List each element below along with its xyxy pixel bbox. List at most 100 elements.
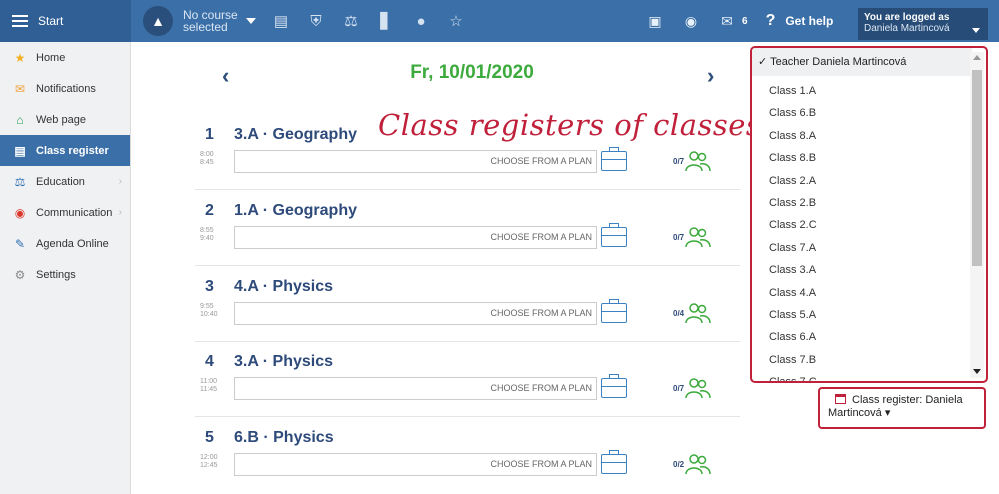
lesson-plan-input[interactable]: CHOOSE FROM A PLAN — [234, 150, 597, 173]
sidebar-item-agenda-online[interactable]: ✎ Agenda Online — [0, 228, 130, 259]
lesson-title[interactable]: 6.B · Physics — [234, 429, 334, 447]
user-menu[interactable]: You are logged as Daniela Martincová — [858, 8, 988, 40]
next-day-button[interactable]: › — [707, 63, 714, 89]
people-icon[interactable] — [685, 453, 711, 475]
dropdown-item[interactable]: Class 7.B — [769, 351, 817, 373]
chevron-right-icon: › — [118, 207, 122, 218]
start-menu-button[interactable]: Start — [0, 0, 131, 42]
sidebar-item-education[interactable]: ⚖ Education › — [0, 166, 130, 197]
attendance-count: 0/2 — [673, 460, 685, 469]
divider — [195, 189, 740, 190]
chat-icon: ◉ — [14, 205, 26, 220]
current-date: Fr, 10/01/2020 — [410, 62, 534, 83]
shield-icon[interactable]: ⛨ — [305, 10, 327, 32]
help-link[interactable]: ? Get help — [766, 12, 834, 30]
scrollbar-thumb[interactable] — [972, 70, 982, 266]
scroll-up-icon[interactable] — [973, 55, 981, 60]
dropdown-item[interactable]: Class 2.A — [769, 172, 817, 194]
attendance-count: 0/7 — [673, 233, 685, 242]
lesson-plan-input[interactable]: CHOOSE FROM A PLAN — [234, 377, 597, 400]
lesson-title[interactable]: 3.A · Physics — [234, 353, 333, 371]
people-icon[interactable] — [685, 377, 711, 399]
lesson-time: 9:55 10:40 — [200, 303, 218, 318]
annotation-text: Class registers of classes — [378, 108, 762, 142]
course-selector[interactable]: ▲ No course selected — [143, 6, 256, 36]
lesson-time: 8:55 9:40 — [200, 227, 214, 242]
attendance-count: 0/4 — [673, 309, 685, 318]
question-icon: ? — [765, 12, 776, 29]
module-icons: ▤ ⛨ ⚖ ▋ ● ☆ — [270, 10, 480, 32]
dropdown-item[interactable]: Class 5.A — [769, 306, 817, 328]
briefcase-icon[interactable] — [601, 450, 627, 474]
lesson-number: 2 — [205, 202, 214, 219]
bar-chart-icon[interactable]: ▋ — [375, 10, 397, 32]
sidebar-item-notifications[interactable]: ✉ Notifications — [0, 73, 130, 104]
dropdown-item[interactable]: Class 2.B — [769, 194, 817, 216]
dropdown-item[interactable]: Class 6.A — [769, 328, 817, 350]
start-label: Start — [38, 14, 64, 28]
dropdown-item[interactable]: Class 1.A — [769, 82, 817, 104]
house-icon: ⌂ — [16, 112, 24, 127]
lesson-number: 5 — [205, 429, 214, 446]
class-register-selector[interactable]: Class register: Daniela Martincová ▾ — [818, 387, 986, 429]
institution-icon[interactable]: ⚖ — [340, 10, 362, 32]
ball-icon[interactable]: ● — [410, 10, 432, 32]
lesson-time: 11:00 11:45 — [200, 378, 217, 393]
messages-count: 6 — [742, 15, 748, 27]
dropdown-item[interactable]: Class 3.A — [769, 261, 817, 283]
lesson-title[interactable]: 4.A · Physics — [234, 278, 333, 296]
calendar-icon — [835, 394, 846, 404]
lesson-title[interactable]: 3.A · Geography — [234, 126, 357, 144]
people-icon[interactable] — [685, 226, 711, 248]
chat-icon[interactable]: ◉ — [680, 10, 702, 32]
lesson-plan-input[interactable]: CHOOSE FROM A PLAN — [234, 226, 597, 249]
lesson-title[interactable]: 1.A · Geography — [234, 202, 357, 220]
graduation-cap-icon: ▲ — [143, 6, 173, 36]
mail-icon[interactable]: ✉ — [716, 10, 738, 32]
dropdown-item[interactable]: Class 7.C — [769, 373, 817, 381]
briefcase-icon[interactable] — [601, 299, 627, 323]
divider — [195, 265, 740, 266]
attendance-count: 0/7 — [673, 384, 685, 393]
briefcase-icon[interactable] — [601, 147, 627, 171]
dropdown-list: Class 1.A Class 6.B Class 8.A Class 8.B Clas… — [769, 82, 817, 381]
sidebar-item-web-page[interactable]: ⌂ Web page — [0, 104, 130, 135]
lesson-number: 1 — [205, 126, 214, 143]
lesson-row: 5 6.B · Physics 12:00 12:45 CHOOSE FROM A PL… — [195, 429, 740, 493]
dropdown-item[interactable]: Class 8.A — [769, 127, 817, 149]
dropdown-item[interactable]: Class 6.B — [769, 104, 817, 126]
login-caption: You are logged as — [864, 12, 950, 23]
dropdown-item[interactable]: Class 4.A — [769, 284, 817, 306]
education-icon: ⚖ — [14, 174, 26, 189]
chevron-down-icon — [972, 28, 980, 33]
lesson-plan-input[interactable]: CHOOSE FROM A PLAN — [234, 453, 597, 476]
screen-icon[interactable]: ▣ — [644, 10, 666, 32]
lesson-row: 2 1.A · Geography 8:55 9:40 CHOOSE FROM A PL… — [195, 202, 740, 266]
briefcase-icon[interactable]: ▤ — [270, 10, 292, 32]
sidebar-item-communication[interactable]: ◉ Communication › — [0, 197, 130, 228]
lesson-number: 4 — [205, 353, 214, 370]
class-register-dropdown: ✓ Teacher Daniela Martincová Class 1.A Cl… — [750, 46, 988, 383]
login-user: Daniela Martincová — [864, 23, 950, 34]
lesson-plan-input[interactable]: CHOOSE FROM A PLAN — [234, 302, 597, 325]
people-icon[interactable] — [685, 150, 711, 172]
lesson-time: 12:00 12:45 — [200, 454, 218, 469]
briefcase-icon[interactable] — [601, 374, 627, 398]
people-icon[interactable] — [685, 302, 711, 324]
top-bar: Start ▲ No course selected ▤ ⛨ ⚖ ▋ ● ☆ ▣ … — [0, 0, 999, 42]
attendance-count: 0/7 — [673, 157, 685, 166]
pen-icon: ✎ — [14, 236, 26, 251]
register-icon: ▤ — [14, 143, 26, 158]
scrollbar[interactable] — [970, 52, 984, 378]
sidebar-item-settings[interactable]: ⚙ Settings — [0, 259, 130, 290]
walking-people-icon[interactable]: ☆ — [445, 10, 467, 32]
sidebar-item-home[interactable]: ★ Home — [0, 42, 130, 73]
chevron-right-icon: › — [118, 176, 122, 187]
dropdown-item[interactable]: Class 7.A — [769, 239, 817, 261]
sidebar-item-class-register[interactable]: ▤ Class register — [0, 135, 130, 166]
briefcase-icon[interactable] — [601, 223, 627, 247]
dropdown-item[interactable]: Class 8.B — [769, 149, 817, 171]
dropdown-selected-item[interactable]: ✓ Teacher Daniela Martincová — [752, 48, 972, 76]
scroll-down-icon[interactable] — [973, 369, 981, 374]
dropdown-item[interactable]: Class 2.C — [769, 216, 817, 238]
